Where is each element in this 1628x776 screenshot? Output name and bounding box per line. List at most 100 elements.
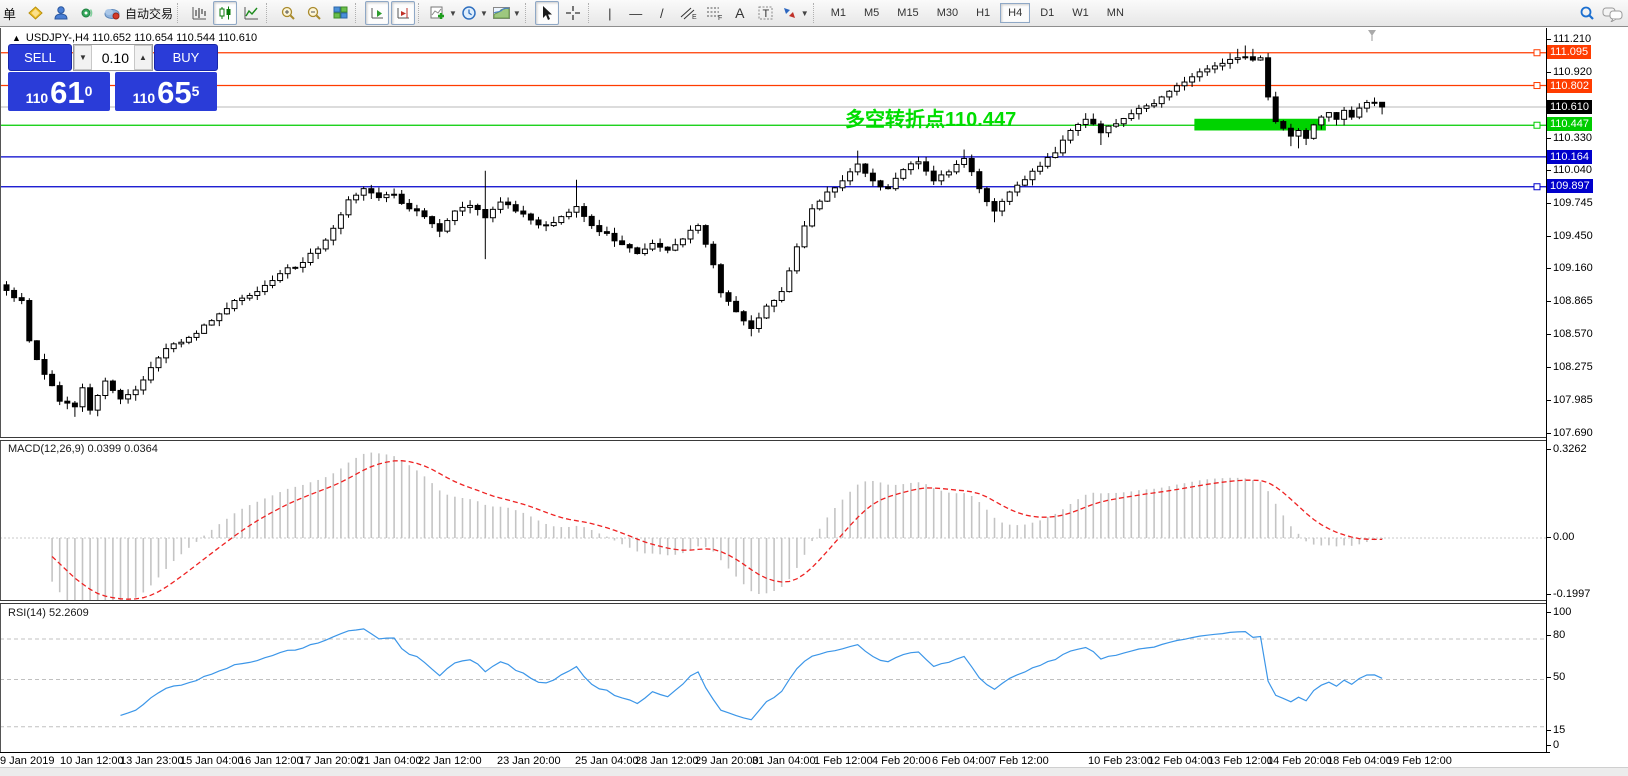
line-chart-button[interactable]: [239, 1, 263, 25]
price-tick: [1546, 367, 1551, 368]
chart-shift-icon: [395, 5, 412, 21]
price-label: 111.210: [1553, 33, 1591, 45]
search-button[interactable]: [1575, 1, 1599, 25]
horizontal-line-tool[interactable]: —: [624, 1, 648, 25]
panel-collapse-arrow[interactable]: ▲: [12, 33, 21, 43]
time-label: 13 Jan 23:00: [120, 755, 184, 767]
candle-body: [764, 306, 769, 318]
price-badge: 110.164: [1547, 150, 1592, 164]
chart-annotation-text[interactable]: 多空转折点110.447: [845, 103, 1016, 132]
timeframe-M30[interactable]: M30: [929, 3, 966, 23]
candle-body: [893, 178, 898, 188]
dropdown-caret: ▼: [513, 9, 521, 18]
candle-body: [308, 253, 313, 262]
candlestick-chart-icon: [217, 5, 234, 21]
timeframe-M5[interactable]: M5: [856, 3, 887, 23]
signals-button[interactable]: [75, 1, 99, 25]
fibonacci-tool[interactable]: F: [702, 1, 726, 25]
level-line-handle[interactable]: [1534, 83, 1540, 89]
candle-body: [468, 205, 473, 207]
candle-body: [1022, 180, 1027, 185]
buy-button[interactable]: BUY: [154, 44, 218, 71]
pane-separator[interactable]: [0, 437, 1547, 441]
level-line-handle[interactable]: [1534, 184, 1540, 190]
periods-button[interactable]: ▼: [460, 1, 489, 25]
zoom-out-button[interactable]: [302, 1, 326, 25]
price-tick: [1546, 334, 1551, 335]
candle-body: [247, 295, 252, 298]
time-label: 6 Feb 04:00: [932, 755, 991, 767]
templates-button[interactable]: ▼: [491, 1, 522, 25]
volume-decrease-button[interactable]: ▼: [74, 45, 92, 70]
community-button[interactable]: [49, 1, 73, 25]
chart-shift-button[interactable]: [391, 1, 415, 25]
candle-body: [977, 172, 982, 189]
main-chart-pane[interactable]: [0, 28, 1546, 437]
sell-price-pips: 61: [50, 78, 84, 108]
pane-separator[interactable]: [0, 600, 1547, 604]
volume-input[interactable]: 0.10: [92, 45, 134, 70]
candle-body: [1212, 66, 1217, 69]
bar-chart-button[interactable]: [187, 1, 211, 25]
candle-body: [1258, 58, 1263, 60]
candle-body: [1304, 130, 1309, 138]
price-label: 110.040: [1553, 164, 1592, 176]
chat-button[interactable]: [1601, 1, 1625, 25]
crosshair-button[interactable]: [561, 1, 585, 25]
candle-body: [1364, 103, 1369, 109]
autotrade-button[interactable]: 自动交易: [101, 1, 174, 25]
auto-scroll-button[interactable]: [365, 1, 389, 25]
text-tool[interactable]: A: [728, 1, 752, 25]
candle-body: [962, 158, 967, 164]
sell-price-display[interactable]: 110610: [8, 72, 110, 111]
timeframe-M1[interactable]: M1: [823, 3, 854, 23]
level-line-handle[interactable]: [1534, 122, 1540, 128]
candle-body: [1129, 114, 1134, 119]
candle-body: [840, 181, 845, 188]
candle-body: [270, 281, 275, 286]
candle-body: [57, 386, 62, 402]
candle-body: [984, 189, 989, 202]
zoom-in-button[interactable]: [276, 1, 300, 25]
timeframe-MN[interactable]: MN: [1099, 3, 1132, 23]
time-label: 1 Feb 12:00: [814, 755, 873, 767]
indicators-button[interactable]: ▼: [428, 1, 458, 25]
buy-price-display[interactable]: 110655: [115, 72, 217, 111]
candle-body: [498, 202, 503, 209]
candle-body: [1372, 102, 1377, 103]
candle-body: [1038, 166, 1043, 171]
arrows-tool[interactable]: ▼: [780, 1, 810, 25]
new-order-label[interactable]: 单: [3, 4, 16, 23]
trendline-tool[interactable]: /: [650, 1, 674, 25]
timeframe-D1[interactable]: D1: [1032, 3, 1062, 23]
timeframe-H4[interactable]: H4: [1000, 3, 1030, 23]
timeframe-H1[interactable]: H1: [968, 3, 998, 23]
market-button[interactable]: [23, 1, 47, 25]
macd-axis-label: -0.1997: [1553, 588, 1590, 600]
text-label-tool[interactable]: T: [754, 1, 778, 25]
candle-body: [825, 192, 830, 201]
level-line-handle[interactable]: [1534, 50, 1540, 56]
candle-body: [711, 244, 716, 264]
toolbar-separator: [813, 3, 818, 23]
channel-tool[interactable]: E: [676, 1, 700, 25]
timeframe-M15[interactable]: M15: [889, 3, 926, 23]
candlestick-chart-button[interactable]: [213, 1, 237, 25]
zoom-in-icon: [280, 5, 297, 21]
tile-windows-button[interactable]: [328, 1, 352, 25]
time-label: 28 Jan 12:00: [635, 755, 699, 767]
sell-button[interactable]: SELL: [8, 44, 72, 71]
candle-body: [878, 181, 883, 187]
candle-body: [597, 226, 602, 232]
rsi-pane[interactable]: [0, 604, 1546, 752]
candle-body: [171, 344, 176, 349]
volume-increase-button[interactable]: ▲: [134, 45, 152, 70]
macd-pane[interactable]: [0, 441, 1546, 600]
signals-icon: [78, 5, 96, 21]
vertical-line-tool[interactable]: |: [598, 1, 622, 25]
time-label: 31 Jan 04:00: [752, 755, 816, 767]
timeframe-W1[interactable]: W1: [1064, 3, 1097, 23]
price-badge: 111.095: [1547, 45, 1591, 59]
cursor-button[interactable]: [535, 1, 559, 25]
time-label: 10 Jan 12:00: [60, 755, 124, 767]
